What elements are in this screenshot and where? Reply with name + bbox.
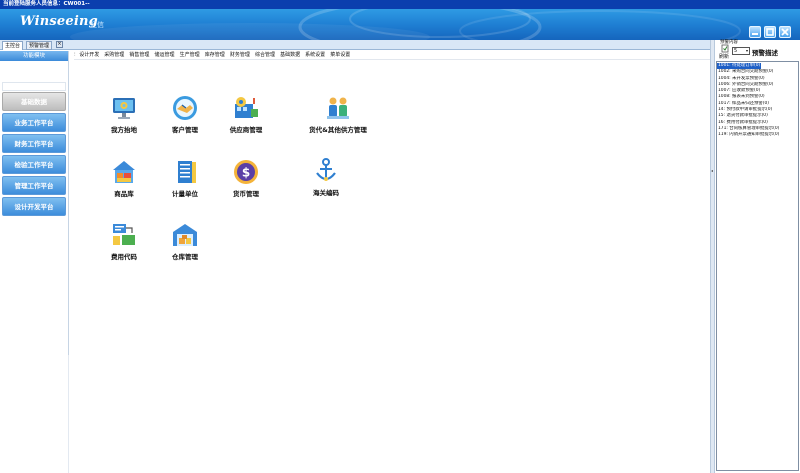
alert-count-value: 5 — [734, 48, 738, 54]
minimize-icon — [752, 33, 758, 35]
warehouse-icon — [173, 224, 197, 246]
alert-count-select[interactable]: 5 ▾ — [732, 47, 750, 55]
tile-label: 计量单位 — [172, 190, 198, 198]
menu-item-production[interactable]: 生产管理 — [180, 52, 200, 58]
sidebar-item-management-platform[interactable]: 管理工作平台 — [2, 176, 66, 195]
tab-alert-management[interactable]: 预警管理 — [26, 41, 53, 50]
close-icon — [781, 28, 789, 36]
menu-item-basic-data[interactable]: 基础数据 — [280, 52, 300, 58]
alert-panel-toolbar: 预警内容 刷新 5 ▾ 预警描述 — [716, 40, 800, 61]
tile-label: 货代&其他供方管理 — [309, 126, 367, 134]
tile-label: 供应商管理 — [229, 126, 263, 134]
menu-item-logistics[interactable]: 储运管理 — [155, 52, 175, 58]
alert-panel-title: 预警描述 — [752, 49, 778, 57]
menu-separator: ⁝ — [74, 52, 76, 58]
refresh-icon[interactable] — [721, 44, 729, 53]
sidebar-header: 功能模块 — [0, 51, 68, 61]
sidebar-empty-area — [0, 355, 69, 473]
tile-label: 海关编码 — [313, 189, 339, 197]
tab-close-button[interactable]: × — [56, 41, 63, 48]
close-button[interactable] — [779, 26, 791, 38]
app-banner: Winseeing 汇信 — [0, 9, 800, 40]
currency-coin-icon: $ — [234, 160, 258, 184]
expense-code-icon — [113, 224, 135, 245]
alert-list-item[interactable]: 119: 内销开票通知审批提示(0) — [717, 132, 798, 138]
refresh-button[interactable]: 刷新 — [719, 53, 729, 60]
tile-label: 商品库 — [114, 190, 134, 198]
maximize-button[interactable] — [764, 26, 776, 38]
module-menu-bar: ⁝ 设计开发 采购管理 销售管理 储运管理 生产管理 库存管理 财务管理 综合管… — [74, 51, 710, 60]
tile-measurement-unit[interactable]: 计量单位 — [155, 158, 215, 198]
sidebar-item-basic-data[interactable]: 基础数据 — [2, 92, 66, 111]
sidebar-item-finance-platform[interactable]: 财务工作平台 — [2, 134, 66, 153]
menu-item-finance[interactable]: 财务管理 — [230, 52, 250, 58]
app-logo-cn: 汇信 — [90, 21, 104, 29]
tile-customer-management[interactable]: 客户管理 — [155, 94, 215, 134]
maximize-icon — [766, 28, 774, 36]
menu-item-sales[interactable]: 销售管理 — [129, 52, 149, 58]
tile-label: 货币管理 — [233, 190, 259, 198]
forwarder-people-icon — [327, 97, 349, 119]
svg-text:$: $ — [242, 166, 250, 180]
splitter-arrow-icon: ◂ — [711, 168, 714, 173]
tile-label: 费用代码 — [111, 253, 137, 261]
module-content: 我方抬地 客户管理 供应商管理 货代&其他供方管理 商品库 计量单位 $ 货币管… — [70, 61, 710, 473]
tab-bar: 主控台 预警管理 × — [0, 40, 710, 50]
computer-settings-icon — [113, 98, 135, 119]
tile-warehouse-management[interactable]: 仓库管理 — [155, 221, 215, 261]
menu-item-design[interactable]: 设计开发 — [79, 52, 99, 58]
sidebar-item-business-platform[interactable]: 业务工作平台 — [2, 113, 66, 132]
window-title-bar: 当前登陆服务人员信息：CW001-- — [0, 0, 800, 9]
tile-customs-code[interactable]: 海关编码 — [296, 157, 356, 197]
app-logo: Winseeing — [20, 14, 98, 29]
measure-books-icon — [178, 161, 196, 183]
customs-anchor-icon — [316, 158, 336, 181]
banner-decoration — [70, 9, 741, 40]
tile-label: 我方抬地 — [111, 126, 137, 134]
panel-splitter[interactable]: ◂ — [710, 40, 715, 473]
chevron-down-icon: ▾ — [745, 48, 748, 53]
tile-expense-code[interactable]: 费用代码 — [94, 221, 154, 261]
menu-item-system-settings[interactable]: 系统设置 — [305, 52, 325, 58]
menu-item-purchase[interactable]: 采购管理 — [104, 52, 124, 58]
minimize-button[interactable] — [749, 26, 761, 38]
tile-supplier-management[interactable]: 供应商管理 — [216, 94, 276, 134]
tile-label: 客户管理 — [172, 126, 198, 134]
tile-own-company[interactable]: 我方抬地 — [94, 94, 154, 134]
sidebar: 功能模块 基础数据 业务工作平台 财务工作平台 检验工作平台 管理工作平台 设计… — [0, 51, 69, 355]
tab-main-console[interactable]: 主控台 — [2, 41, 24, 50]
alert-panel: 预警内容 刷新 5 ▾ 预警描述 1001: 待处理订单(0) 1002: 采购… — [716, 40, 800, 473]
tile-currency-management[interactable]: $ 货币管理 — [216, 158, 276, 198]
tile-product-library[interactable]: 商品库 — [94, 158, 154, 198]
customer-handshake-icon — [173, 96, 197, 120]
menu-item-general[interactable]: 综合管理 — [255, 52, 275, 58]
menu-item-menu-settings[interactable]: 菜单设置 — [330, 52, 350, 58]
sidebar-item-design-platform[interactable]: 设计开发平台 — [2, 197, 66, 216]
product-house-icon — [113, 161, 135, 183]
window-title: 当前登陆服务人员信息：CW001-- — [3, 1, 90, 7]
sidebar-item-inspection-platform[interactable]: 检验工作平台 — [2, 155, 66, 174]
tile-label: 仓库管理 — [172, 253, 198, 261]
sidebar-blank-field — [2, 82, 66, 91]
menu-item-inventory[interactable]: 库存管理 — [205, 52, 225, 58]
supplier-factory-icon — [235, 97, 258, 118]
tile-forwarder-management[interactable]: 货代&其他供方管理 — [293, 94, 383, 134]
alert-list: 1001: 待处理订单(0) 1002: 采购合同交期预警(0) 1004: 未… — [716, 61, 799, 471]
